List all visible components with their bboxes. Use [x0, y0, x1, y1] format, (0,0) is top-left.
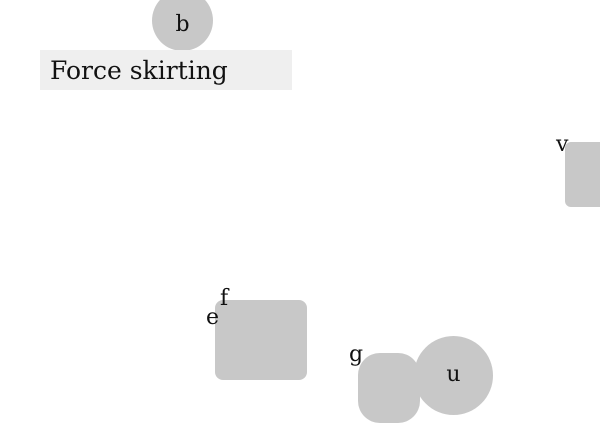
node-e-label: e — [206, 305, 220, 330]
node-ef-rect[interactable] — [215, 300, 307, 380]
force-skirting-text: Force skirting — [50, 55, 228, 85]
node-g-shape[interactable] — [358, 353, 420, 423]
node-v-rect[interactable] — [565, 142, 600, 207]
node-b-circle[interactable]: b — [152, 0, 213, 51]
force-skirting-label: Force skirting — [40, 50, 292, 90]
node-u-circle[interactable]: u — [414, 336, 493, 415]
node-v-label: v — [556, 132, 569, 157]
node-g-label: g — [349, 342, 364, 367]
node-u-label: u — [446, 362, 461, 387]
node-b-label: b — [175, 12, 190, 37]
node-f-label: f — [220, 286, 229, 311]
